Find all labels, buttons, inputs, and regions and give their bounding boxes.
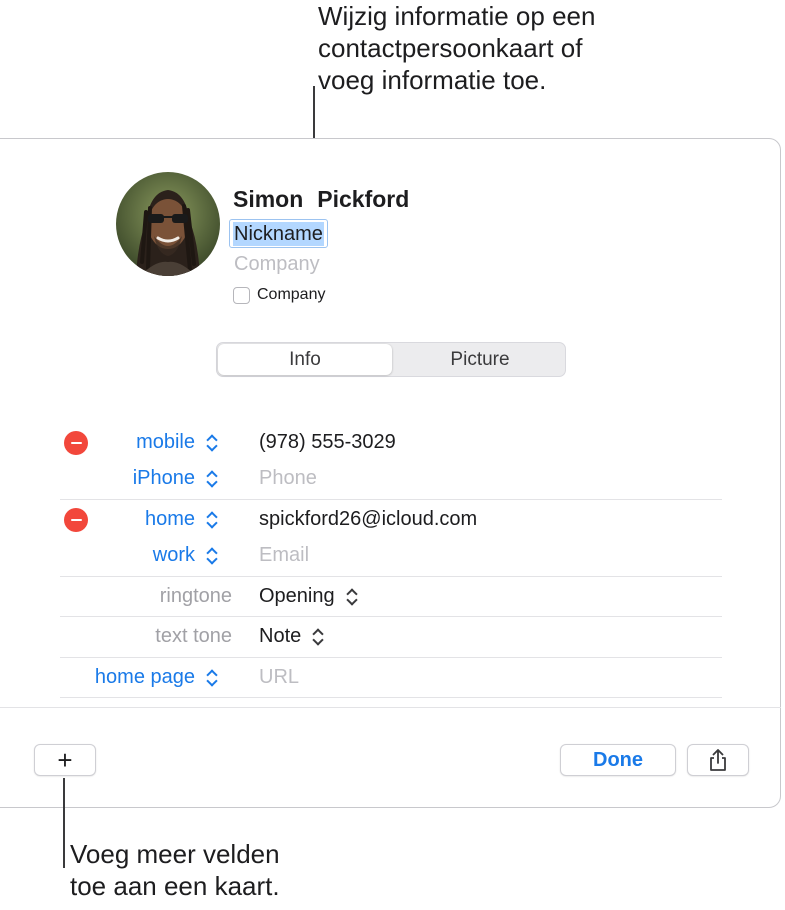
url-label-text: home page bbox=[94, 666, 195, 688]
phone-label-text: mobile bbox=[136, 431, 195, 453]
phone-value-field[interactable]: (978) 555-3029 bbox=[259, 431, 396, 454]
home-page-row: home page URL bbox=[60, 660, 722, 696]
email-label-text: home bbox=[144, 508, 195, 530]
company-field[interactable]: Company bbox=[234, 253, 320, 276]
up-down-chevron-icon bbox=[347, 588, 357, 606]
url-label-dropdown[interactable]: home page bbox=[95, 666, 217, 689]
url-placeholder-field[interactable]: URL bbox=[259, 666, 299, 689]
text-tone-popup[interactable]: Note bbox=[259, 625, 323, 648]
ringtone-popup[interactable]: Opening bbox=[259, 585, 357, 608]
done-button[interactable]: Done bbox=[560, 744, 676, 776]
field-divider bbox=[60, 697, 722, 698]
field-divider bbox=[60, 616, 722, 617]
field-divider bbox=[60, 576, 722, 577]
up-down-chevron-icon bbox=[207, 511, 217, 529]
text-tone-value: Note bbox=[259, 625, 302, 647]
company-checkbox-row[interactable]: Company bbox=[233, 286, 325, 304]
nickname-field[interactable]: Nickname bbox=[229, 219, 328, 248]
phone-label-text: iPhone bbox=[132, 467, 195, 489]
share-icon bbox=[710, 749, 726, 771]
ringtone-row: ringtone Opening bbox=[60, 579, 722, 615]
tab-info[interactable]: Info bbox=[218, 344, 392, 375]
email-row-home: home spickford26@icloud.com bbox=[60, 502, 722, 538]
last-name[interactable]: Pickford bbox=[317, 186, 409, 212]
phone-label-dropdown[interactable]: mobile bbox=[136, 431, 217, 454]
up-down-chevron-icon bbox=[207, 669, 217, 687]
remove-field-button[interactable] bbox=[64, 431, 88, 455]
contact-avatar[interactable] bbox=[116, 172, 220, 276]
ringtone-value: Opening bbox=[259, 585, 335, 607]
tab-picture[interactable]: Picture bbox=[395, 344, 565, 375]
share-button[interactable] bbox=[687, 744, 749, 776]
add-field-button[interactable]: + bbox=[34, 744, 96, 776]
remove-field-button[interactable] bbox=[64, 508, 88, 532]
phone-label-dropdown[interactable]: iPhone bbox=[133, 467, 217, 490]
email-label-dropdown[interactable]: home bbox=[145, 508, 217, 531]
phone-placeholder-field[interactable]: Phone bbox=[259, 467, 317, 490]
callout-edit-info: Wijzig informatie op een contactpersoonk… bbox=[318, 1, 596, 95]
text-tone-label: text tone bbox=[155, 625, 232, 647]
info-picture-segmented-control: Info Picture bbox=[216, 342, 566, 377]
first-name[interactable]: Simon bbox=[233, 186, 303, 212]
callout-leader-line bbox=[63, 778, 65, 868]
up-down-chevron-icon bbox=[207, 434, 217, 452]
ringtone-label: ringtone bbox=[159, 585, 232, 607]
up-down-chevron-icon bbox=[207, 470, 217, 488]
company-checkbox[interactable] bbox=[233, 286, 250, 304]
email-placeholder-field[interactable]: Email bbox=[259, 544, 309, 567]
nickname-text: Nickname bbox=[233, 221, 324, 246]
up-down-chevron-icon bbox=[313, 628, 323, 646]
company-checkbox-label: Company bbox=[257, 286, 326, 303]
email-value-field[interactable]: spickford26@icloud.com bbox=[259, 508, 477, 531]
footer-divider bbox=[0, 707, 781, 708]
field-divider bbox=[60, 657, 722, 658]
email-row-work: work Email bbox=[60, 538, 722, 574]
up-down-chevron-icon bbox=[207, 547, 217, 565]
field-divider bbox=[60, 499, 722, 500]
callout-add-fields: Voeg meer velden toe aan een kaart. bbox=[70, 839, 280, 901]
phone-row-iphone: iPhone Phone bbox=[60, 461, 722, 497]
email-label-dropdown[interactable]: work bbox=[153, 544, 217, 567]
phone-row-mobile: mobile (978) 555-3029 bbox=[60, 425, 722, 461]
avatar-photo bbox=[116, 172, 220, 276]
text-tone-row: text tone Note bbox=[60, 619, 722, 655]
contact-name[interactable]: Simon Pickford bbox=[233, 186, 409, 213]
email-label-text: work bbox=[152, 544, 195, 566]
